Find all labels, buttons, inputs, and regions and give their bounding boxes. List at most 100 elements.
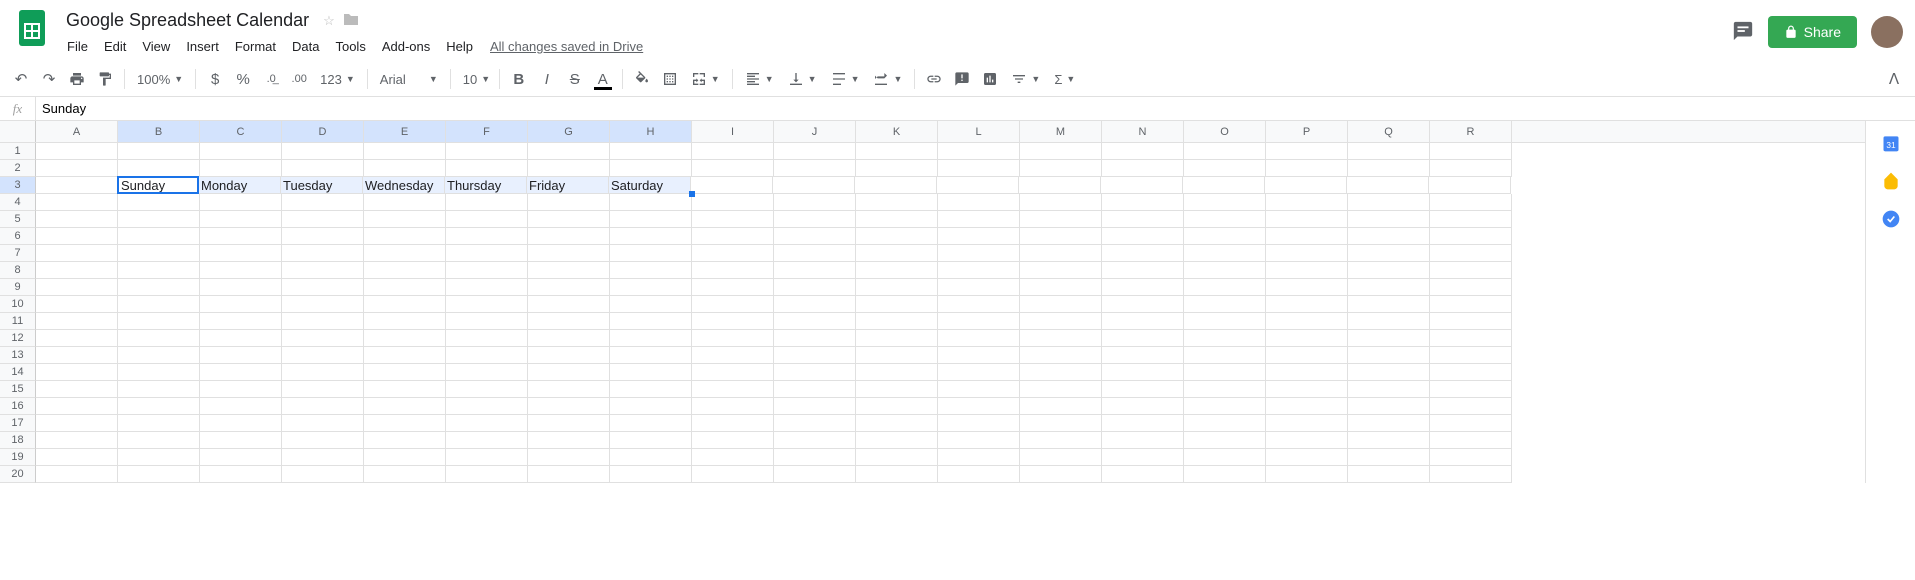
cell-M10[interactable] bbox=[1020, 296, 1102, 313]
wrap-button[interactable]: ▼ bbox=[825, 71, 866, 87]
col-header-O[interactable]: O bbox=[1184, 121, 1266, 142]
cell-O12[interactable] bbox=[1184, 330, 1266, 347]
cell-C20[interactable] bbox=[200, 466, 282, 483]
cell-O19[interactable] bbox=[1184, 449, 1266, 466]
cell-I8[interactable] bbox=[692, 262, 774, 279]
cell-G5[interactable] bbox=[528, 211, 610, 228]
cell-M5[interactable] bbox=[1020, 211, 1102, 228]
cell-F5[interactable] bbox=[446, 211, 528, 228]
strikethrough-button[interactable]: S bbox=[562, 66, 588, 92]
row-header-14[interactable]: 14 bbox=[0, 364, 36, 381]
sheets-logo[interactable] bbox=[12, 8, 52, 48]
cell-C13[interactable] bbox=[200, 347, 282, 364]
cell-B5[interactable] bbox=[118, 211, 200, 228]
cell-F3[interactable]: Thursday bbox=[445, 177, 527, 194]
cell-I18[interactable] bbox=[692, 432, 774, 449]
cell-O5[interactable] bbox=[1184, 211, 1266, 228]
cell-E6[interactable] bbox=[364, 228, 446, 245]
cell-M11[interactable] bbox=[1020, 313, 1102, 330]
cell-L13[interactable] bbox=[938, 347, 1020, 364]
cell-B10[interactable] bbox=[118, 296, 200, 313]
cell-D9[interactable] bbox=[282, 279, 364, 296]
cell-M12[interactable] bbox=[1020, 330, 1102, 347]
cell-L15[interactable] bbox=[938, 381, 1020, 398]
cell-G16[interactable] bbox=[528, 398, 610, 415]
decrease-decimal-button[interactable]: .0̲ bbox=[258, 66, 284, 92]
cell-A6[interactable] bbox=[36, 228, 118, 245]
formula-input[interactable] bbox=[36, 97, 1915, 120]
cell-K1[interactable] bbox=[856, 143, 938, 160]
row-header-20[interactable]: 20 bbox=[0, 466, 36, 483]
cell-C6[interactable] bbox=[200, 228, 282, 245]
cell-E16[interactable] bbox=[364, 398, 446, 415]
share-button[interactable]: Share bbox=[1768, 16, 1857, 48]
menu-data[interactable]: Data bbox=[285, 35, 326, 58]
cell-P12[interactable] bbox=[1266, 330, 1348, 347]
col-header-H[interactable]: H bbox=[610, 121, 692, 142]
cell-G2[interactable] bbox=[528, 160, 610, 177]
cell-P13[interactable] bbox=[1266, 347, 1348, 364]
cell-M18[interactable] bbox=[1020, 432, 1102, 449]
cell-D4[interactable] bbox=[282, 194, 364, 211]
cell-F2[interactable] bbox=[446, 160, 528, 177]
fx-icon[interactable]: fx bbox=[0, 97, 36, 120]
cell-O11[interactable] bbox=[1184, 313, 1266, 330]
cell-K17[interactable] bbox=[856, 415, 938, 432]
cell-J17[interactable] bbox=[774, 415, 856, 432]
cell-O15[interactable] bbox=[1184, 381, 1266, 398]
cell-Q3[interactable] bbox=[1347, 177, 1429, 194]
cell-F4[interactable] bbox=[446, 194, 528, 211]
cell-L2[interactable] bbox=[938, 160, 1020, 177]
row-header-3[interactable]: 3 bbox=[0, 177, 36, 194]
cell-F18[interactable] bbox=[446, 432, 528, 449]
row-header-16[interactable]: 16 bbox=[0, 398, 36, 415]
cell-J11[interactable] bbox=[774, 313, 856, 330]
col-header-G[interactable]: G bbox=[528, 121, 610, 142]
cell-J7[interactable] bbox=[774, 245, 856, 262]
fill-color-button[interactable] bbox=[629, 66, 655, 92]
cell-O17[interactable] bbox=[1184, 415, 1266, 432]
font-size-select[interactable]: 10▼ bbox=[457, 72, 493, 87]
cell-C2[interactable] bbox=[200, 160, 282, 177]
calendar-icon[interactable]: 31 bbox=[1881, 133, 1901, 153]
cell-I11[interactable] bbox=[692, 313, 774, 330]
cell-Q16[interactable] bbox=[1348, 398, 1430, 415]
cell-P20[interactable] bbox=[1266, 466, 1348, 483]
cell-Q11[interactable] bbox=[1348, 313, 1430, 330]
cell-Q1[interactable] bbox=[1348, 143, 1430, 160]
save-status[interactable]: All changes saved in Drive bbox=[490, 39, 643, 54]
cell-H5[interactable] bbox=[610, 211, 692, 228]
cell-L9[interactable] bbox=[938, 279, 1020, 296]
cell-R8[interactable] bbox=[1430, 262, 1512, 279]
cell-Q7[interactable] bbox=[1348, 245, 1430, 262]
cell-B15[interactable] bbox=[118, 381, 200, 398]
cell-N7[interactable] bbox=[1102, 245, 1184, 262]
cell-M1[interactable] bbox=[1020, 143, 1102, 160]
cell-C14[interactable] bbox=[200, 364, 282, 381]
cell-M17[interactable] bbox=[1020, 415, 1102, 432]
col-header-B[interactable]: B bbox=[118, 121, 200, 142]
cell-G3[interactable]: Friday bbox=[527, 177, 609, 194]
col-header-C[interactable]: C bbox=[200, 121, 282, 142]
cell-H1[interactable] bbox=[610, 143, 692, 160]
cell-P14[interactable] bbox=[1266, 364, 1348, 381]
cell-L12[interactable] bbox=[938, 330, 1020, 347]
link-button[interactable] bbox=[921, 66, 947, 92]
font-select[interactable]: Arial▼ bbox=[374, 72, 444, 87]
halign-button[interactable]: ▼ bbox=[739, 71, 780, 87]
cell-B14[interactable] bbox=[118, 364, 200, 381]
cell-I19[interactable] bbox=[692, 449, 774, 466]
cell-E5[interactable] bbox=[364, 211, 446, 228]
cell-H10[interactable] bbox=[610, 296, 692, 313]
cell-E19[interactable] bbox=[364, 449, 446, 466]
cell-H2[interactable] bbox=[610, 160, 692, 177]
cell-B7[interactable] bbox=[118, 245, 200, 262]
cell-M6[interactable] bbox=[1020, 228, 1102, 245]
cell-M7[interactable] bbox=[1020, 245, 1102, 262]
cell-I7[interactable] bbox=[692, 245, 774, 262]
cell-D17[interactable] bbox=[282, 415, 364, 432]
row-header-10[interactable]: 10 bbox=[0, 296, 36, 313]
cell-B4[interactable] bbox=[118, 194, 200, 211]
zoom-select[interactable]: 100%▼ bbox=[131, 72, 189, 87]
cell-H13[interactable] bbox=[610, 347, 692, 364]
